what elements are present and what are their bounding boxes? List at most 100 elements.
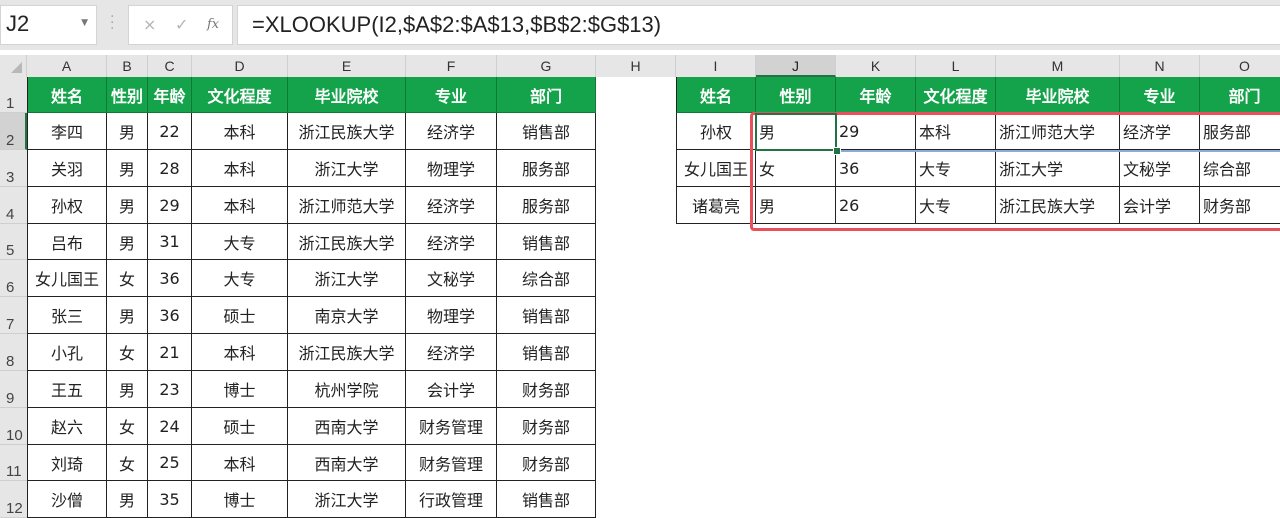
lookup-table-cell[interactable]: 男: [756, 187, 836, 224]
lookup-table-cell[interactable]: 浙江民族大学: [996, 187, 1120, 224]
lookup-table-cell[interactable]: 孙权: [676, 113, 756, 150]
source-table-cell[interactable]: 浙江大学: [288, 150, 406, 187]
lookup-table-cell[interactable]: 综合部: [1200, 150, 1280, 187]
source-table-cell[interactable]: 吕布: [27, 224, 107, 260]
source-table-cell[interactable]: 25: [148, 445, 192, 481]
source-table-cell[interactable]: 李四: [27, 113, 107, 150]
source-table-cell[interactable]: 36: [148, 297, 192, 334]
source-table-cell[interactable]: 浙江师范大学: [288, 187, 406, 224]
source-table-cell[interactable]: 财务部: [497, 445, 596, 481]
source-table-cell[interactable]: 浙江民族大学: [288, 113, 406, 150]
row-header-3[interactable]: 3: [0, 150, 27, 187]
lookup-table-cell[interactable]: 文秘学: [1120, 150, 1200, 187]
drag-handle-icon[interactable]: · · ·: [110, 10, 114, 36]
source-table-cell[interactable]: 男: [107, 481, 148, 518]
source-table-cell[interactable]: 物理学: [406, 297, 497, 334]
source-table-cell[interactable]: 经济学: [406, 187, 497, 224]
lookup-header-cell[interactable]: 部门: [1200, 77, 1280, 113]
source-header-cell[interactable]: 专业: [406, 77, 497, 113]
select-all-corner[interactable]: [0, 55, 27, 77]
source-table-cell[interactable]: 博士: [192, 371, 288, 408]
source-table-cell[interactable]: 男: [107, 150, 148, 187]
source-table-cell[interactable]: 经济学: [406, 113, 497, 150]
source-table-cell[interactable]: 博士: [192, 481, 288, 518]
row-header-4[interactable]: 4: [0, 187, 27, 224]
source-table-cell[interactable]: 南京大学: [288, 297, 406, 334]
cancel-icon[interactable]: ×: [143, 15, 156, 34]
source-table-cell[interactable]: 财务管理: [406, 445, 497, 481]
source-table-cell[interactable]: 硕士: [192, 297, 288, 334]
lookup-table-cell[interactable]: 大专: [916, 150, 996, 187]
row-header-11[interactable]: 11: [0, 445, 27, 481]
source-table-cell[interactable]: 硕士: [192, 408, 288, 445]
source-table-cell[interactable]: 孙权: [27, 187, 107, 224]
source-header-cell[interactable]: 毕业院校: [288, 77, 406, 113]
source-table-cell[interactable]: 销售部: [497, 334, 596, 371]
source-table-cell[interactable]: 经济学: [406, 224, 497, 260]
lookup-table-cell[interactable]: 浙江大学: [996, 150, 1120, 187]
source-table-cell[interactable]: 男: [107, 297, 148, 334]
source-table-cell[interactable]: 西南大学: [288, 408, 406, 445]
source-header-cell[interactable]: 年龄: [148, 77, 192, 113]
source-table-cell[interactable]: 王五: [27, 371, 107, 408]
lookup-header-cell[interactable]: 专业: [1120, 77, 1200, 113]
lookup-table-cell[interactable]: 本科: [916, 113, 996, 150]
source-table-cell[interactable]: 张三: [27, 297, 107, 334]
source-table-cell[interactable]: 本科: [192, 187, 288, 224]
source-header-cell[interactable]: 姓名: [27, 77, 107, 113]
source-table-cell[interactable]: 女: [107, 260, 148, 297]
source-table-cell[interactable]: 关羽: [27, 150, 107, 187]
source-header-cell[interactable]: 部门: [497, 77, 596, 113]
source-table-cell[interactable]: 28: [148, 150, 192, 187]
column-header-i[interactable]: I: [676, 55, 756, 77]
source-table-cell[interactable]: 男: [107, 224, 148, 260]
chevron-down-icon[interactable]: ▼: [81, 18, 88, 28]
source-table-cell[interactable]: 文秘学: [406, 260, 497, 297]
source-table-cell[interactable]: 36: [148, 260, 192, 297]
column-header-g[interactable]: G: [497, 55, 596, 77]
row-header-7[interactable]: 7: [0, 297, 27, 334]
source-table-cell[interactable]: 财务管理: [406, 408, 497, 445]
lookup-table-cell[interactable]: 女: [756, 150, 836, 187]
row-header-9[interactable]: 9: [0, 371, 27, 408]
lookup-header-cell[interactable]: 性别: [756, 77, 836, 113]
source-table-cell[interactable]: 浙江大学: [288, 260, 406, 297]
source-table-cell[interactable]: 综合部: [497, 260, 596, 297]
row-header-2[interactable]: 2: [0, 113, 27, 150]
lookup-table-cell[interactable]: 经济学: [1120, 113, 1200, 150]
lookup-table-cell[interactable]: 男: [756, 113, 836, 150]
source-header-cell[interactable]: 性别: [107, 77, 148, 113]
enter-icon[interactable]: ✓: [175, 15, 188, 34]
lookup-table-cell[interactable]: 浙江师范大学: [996, 113, 1120, 150]
source-table-cell[interactable]: 财务部: [497, 371, 596, 408]
source-table-cell[interactable]: 35: [148, 481, 192, 518]
source-table-cell[interactable]: 本科: [192, 113, 288, 150]
source-table-cell[interactable]: 销售部: [497, 224, 596, 260]
source-table-cell[interactable]: 经济学: [406, 334, 497, 371]
lookup-header-cell[interactable]: 姓名: [676, 77, 756, 113]
fx-icon[interactable]: fx: [207, 17, 219, 32]
column-header-h[interactable]: H: [596, 55, 676, 77]
lookup-header-cell[interactable]: 文化程度: [916, 77, 996, 113]
column-header-b[interactable]: B: [107, 55, 148, 77]
source-table-cell[interactable]: 22: [148, 113, 192, 150]
source-table-cell[interactable]: 大专: [192, 260, 288, 297]
lookup-header-cell[interactable]: 年龄: [836, 77, 916, 113]
source-table-cell[interactable]: 销售部: [497, 113, 596, 150]
column-header-n[interactable]: N: [1120, 55, 1200, 77]
column-header-m[interactable]: M: [996, 55, 1120, 77]
source-table-cell[interactable]: 赵六: [27, 408, 107, 445]
lookup-table-cell[interactable]: 29: [836, 113, 916, 150]
column-header-d[interactable]: D: [192, 55, 288, 77]
column-header-k[interactable]: K: [836, 55, 916, 77]
source-table-cell[interactable]: 男: [107, 187, 148, 224]
formula-input[interactable]: =XLOOKUP(I2,$A$2:$A$13,$B$2:$G$13): [237, 5, 1280, 45]
source-table-cell[interactable]: 21: [148, 334, 192, 371]
source-table-cell[interactable]: 物理学: [406, 150, 497, 187]
source-table-cell[interactable]: 31: [148, 224, 192, 260]
row-header-12[interactable]: 12: [0, 481, 27, 518]
source-table-cell[interactable]: 服务部: [497, 187, 596, 224]
row-header-6[interactable]: 6: [0, 260, 27, 297]
source-table-cell[interactable]: 本科: [192, 334, 288, 371]
source-table-cell[interactable]: 沙僧: [27, 481, 107, 518]
